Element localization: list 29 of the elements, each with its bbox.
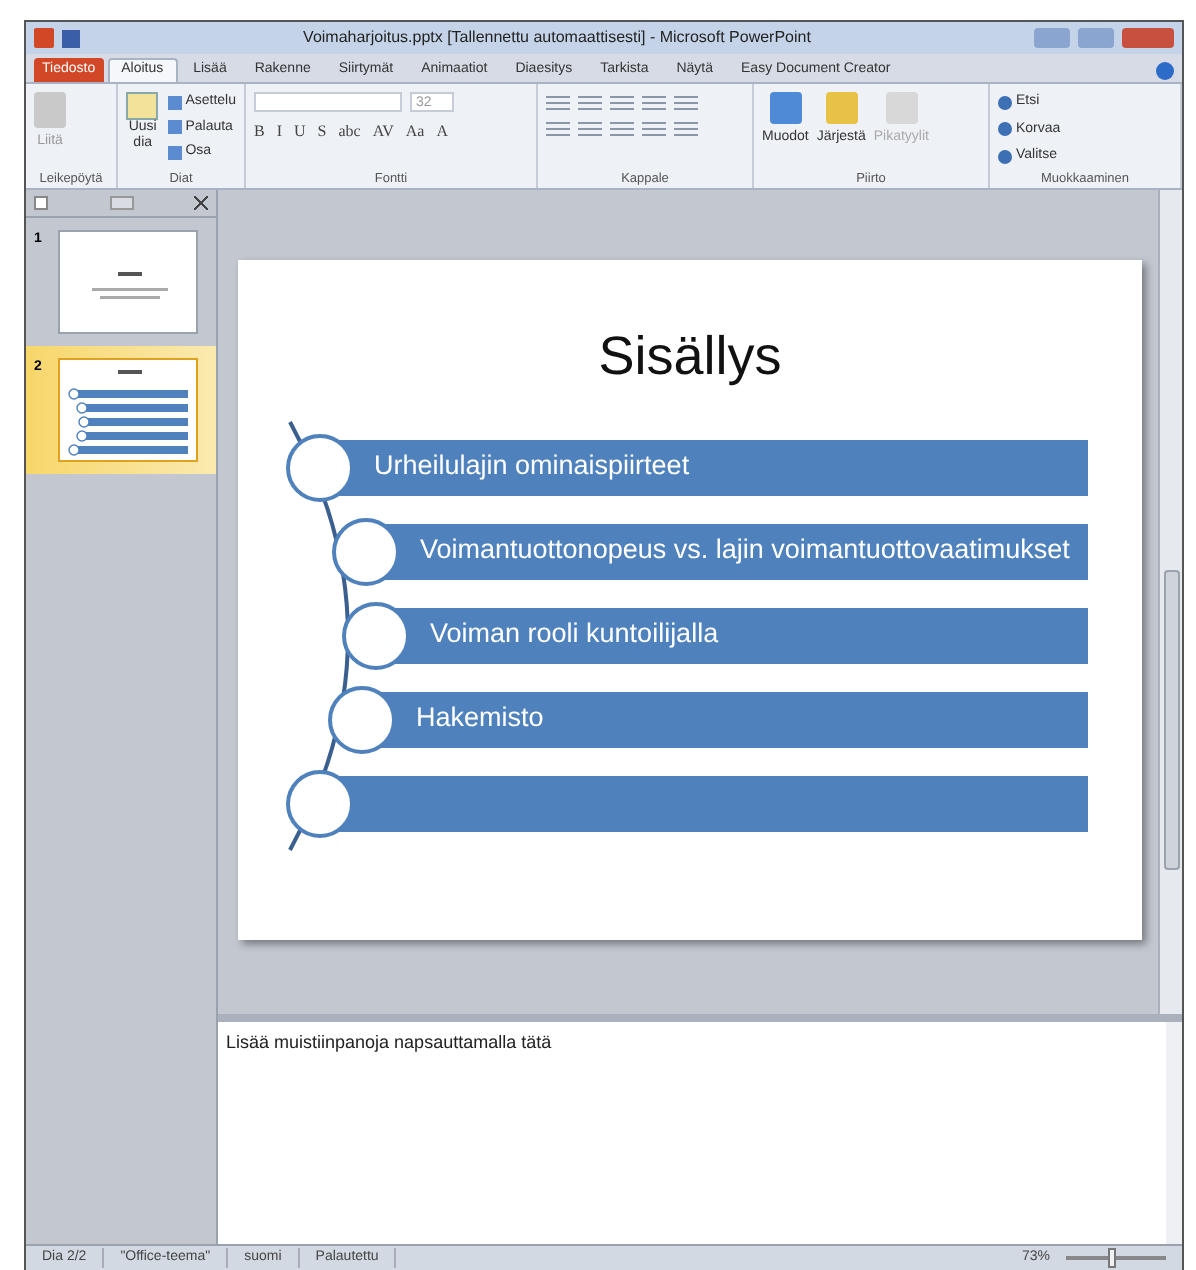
format-button[interactable]: abc <box>338 120 361 144</box>
notes-field[interactable]: Lisää muistiinpanoja napsauttamalla tätä <box>218 1022 1166 1244</box>
slide-title: Sisällys <box>598 324 782 390</box>
slide-icon <box>126 92 159 120</box>
app-logo-icon <box>34 28 54 48</box>
format-button[interactable]: Aa <box>405 120 425 144</box>
close-icon[interactable] <box>194 196 208 210</box>
list-item-text: Urheilulajin ominaispiirteet <box>374 448 690 485</box>
format-button[interactable]: I <box>276 120 283 144</box>
vertical-scrollbar[interactable] <box>1158 190 1182 1014</box>
format-button[interactable]: A <box>436 120 448 144</box>
window-title: Voimaharjoitus.pptx [Tallennettu automaattisesti] - Microsoft PowerPoint <box>301 26 813 50</box>
list-item-text: Hakemisto <box>416 700 544 737</box>
format-button[interactable]: S <box>317 120 327 144</box>
format-button[interactable]: AV <box>372 120 394 144</box>
list-item-text: Voiman rooli kuntoilijalla <box>430 616 719 653</box>
font-name-field[interactable] <box>254 92 402 112</box>
list-item-text: Voimantuottonopeus vs. lajin voimantuottovaatimukset <box>420 532 1070 569</box>
zoom-slider-thumb[interactable] <box>1107 1248 1116 1268</box>
format-button[interactable]: B <box>254 120 265 144</box>
slide-thumbnail[interactable] <box>58 230 198 334</box>
vertical-scrollbar[interactable] <box>1166 1022 1182 1244</box>
slide-thumbnail[interactable] <box>58 358 198 462</box>
scroll-thumb[interactable] <box>1163 570 1179 870</box>
slides-tab-icon[interactable] <box>34 196 48 210</box>
format-button[interactable]: U <box>294 120 306 144</box>
save-icon[interactable] <box>62 29 80 47</box>
clipboard-icon <box>34 92 66 128</box>
outline-tab-icon[interactable] <box>109 196 133 210</box>
